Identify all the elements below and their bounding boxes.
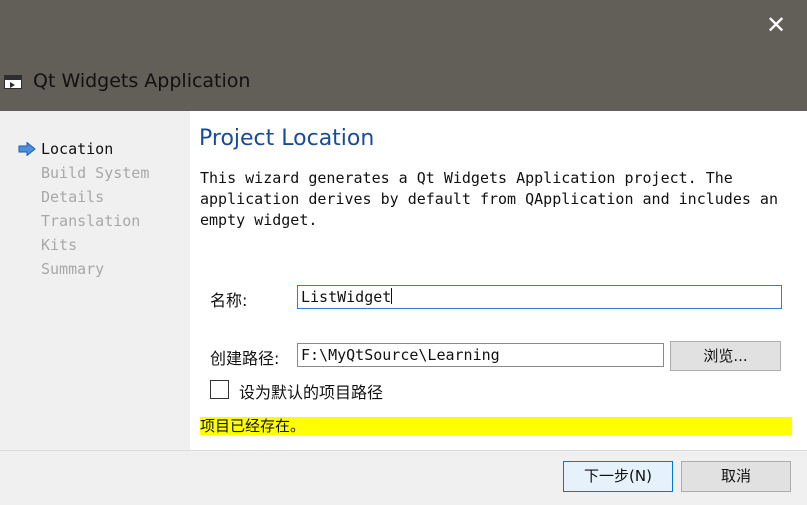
browse-button[interactable]: 浏览... — [670, 341, 781, 371]
next-button[interactable]: 下一步(N) — [563, 461, 673, 492]
page-title: Project Location — [199, 126, 375, 151]
sidebar-step-translation: Translation — [41, 212, 141, 230]
description-line: This wizard generates a Qt Widgets Appli… — [200, 169, 733, 187]
description-line: application derives by default from QApp… — [200, 190, 778, 208]
sidebar-step-details: Details — [41, 188, 105, 206]
error-message: 项目已经存在。 — [200, 417, 792, 435]
wizard-steps-sidebar — [0, 111, 190, 450]
title-bar: ✕ Qt Widgets Application — [0, 0, 807, 111]
window-app-icon — [4, 75, 22, 89]
cancel-button[interactable]: 取消 — [681, 461, 791, 492]
name-input[interactable]: ListWidget — [297, 285, 782, 309]
wizard-description: This wizard generates a Qt Widgets Appli… — [200, 168, 795, 231]
close-icon: ✕ — [765, 11, 787, 39]
path-label: 创建路径: — [210, 349, 280, 368]
sidebar-step-kits: Kits — [41, 236, 78, 254]
name-label: 名称: — [210, 291, 248, 310]
name-input-value: ListWidget — [301, 288, 392, 306]
close-button[interactable]: ✕ — [763, 12, 789, 38]
path-input-value: F:\MyQtSource\Learning — [301, 346, 500, 364]
default-path-checkbox[interactable] — [210, 380, 229, 399]
description-line: empty widget. — [200, 211, 318, 229]
default-path-label: 设为默认的项目路径 — [239, 383, 384, 402]
sidebar-step-summary: Summary — [41, 260, 105, 278]
path-input[interactable]: F:\MyQtSource\Learning — [297, 343, 664, 367]
sidebar-step-location: Location — [41, 140, 114, 158]
window-title: Qt Widgets Application — [33, 70, 251, 92]
current-step-arrow-icon — [18, 142, 36, 156]
sidebar-step-build-system: Build System — [41, 164, 150, 182]
text-caret — [391, 288, 393, 304]
